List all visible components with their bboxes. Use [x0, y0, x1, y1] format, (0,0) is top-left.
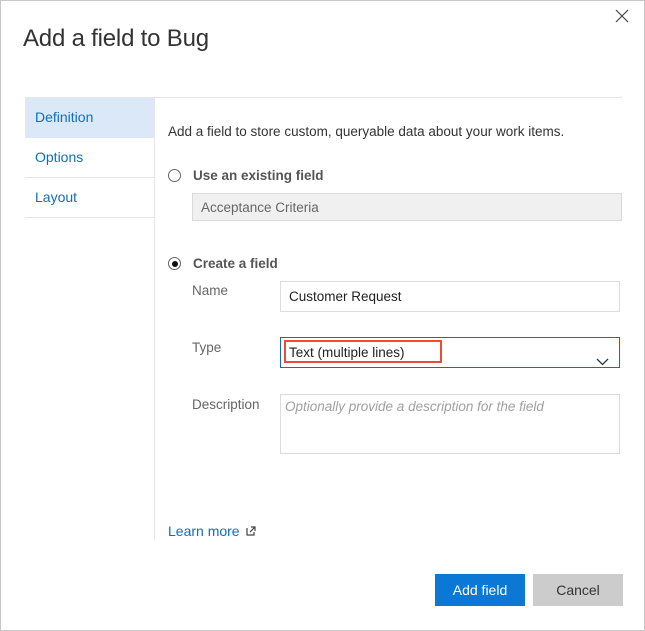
intro-text: Add a field to store custom, queryable d…: [168, 124, 565, 139]
sidebar-item-layout[interactable]: Layout: [25, 178, 154, 218]
sidebar-nav: Definition Options Layout: [25, 98, 154, 218]
create-field-label: Create a field: [193, 256, 278, 271]
type-select-value: Text (multiple lines): [289, 345, 405, 360]
add-field-dialog: Add a field to Bug Definition Options La…: [0, 0, 645, 631]
create-field-radio[interactable]: [168, 257, 181, 270]
use-existing-field-option[interactable]: Use an existing field: [168, 168, 324, 183]
learn-more-label: Learn more: [168, 523, 240, 539]
cancel-button[interactable]: Cancel: [533, 574, 623, 606]
chevron-down-icon: [596, 347, 609, 376]
close-icon[interactable]: [613, 7, 631, 25]
use-existing-field-label: Use an existing field: [193, 168, 324, 183]
add-field-button[interactable]: Add field: [435, 574, 525, 606]
name-input[interactable]: Customer Request: [280, 281, 620, 312]
divider: [154, 98, 155, 540]
type-select[interactable]: Text (multiple lines): [280, 337, 620, 368]
sidebar-item-definition[interactable]: Definition: [25, 98, 154, 138]
existing-field-select[interactable]: Acceptance Criteria: [192, 193, 622, 221]
create-field-option[interactable]: Create a field: [168, 256, 278, 271]
dialog-title: Add a field to Bug: [23, 25, 209, 52]
name-label: Name: [192, 283, 229, 298]
learn-more-link[interactable]: Learn more: [168, 523, 256, 539]
sidebar-item-options[interactable]: Options: [25, 138, 154, 178]
type-label: Type: [192, 340, 222, 355]
description-label: Description: [192, 397, 260, 412]
description-textarea[interactable]: Optionally provide a description for the…: [280, 394, 620, 454]
use-existing-field-radio[interactable]: [168, 169, 181, 182]
external-link-icon: [245, 526, 256, 536]
